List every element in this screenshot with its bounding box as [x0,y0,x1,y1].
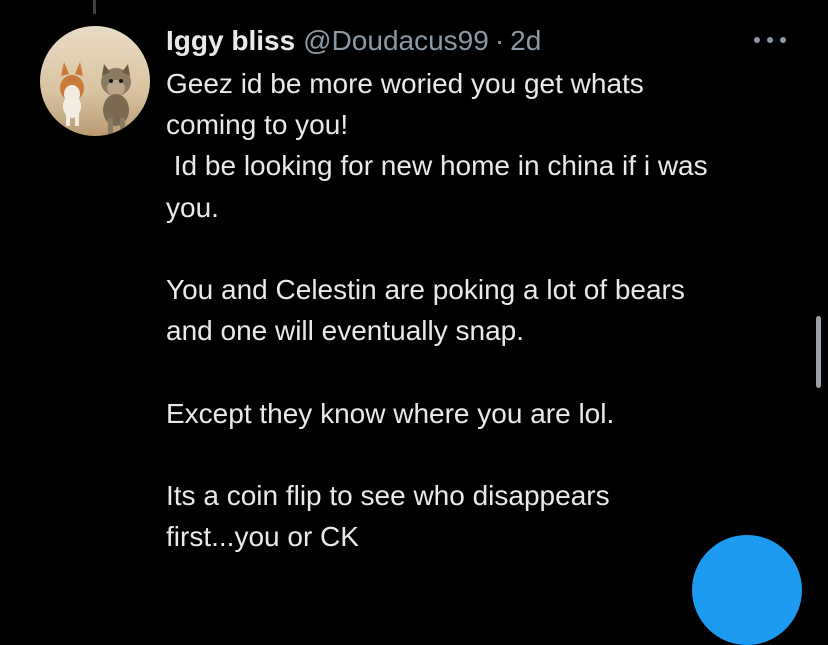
tweet-text-line: coming to you! [166,109,349,141]
tweet-text-line: Its a coin flip to see who disappears [166,479,610,511]
tweet[interactable]: Iggy bliss @Doudacus99 · 2d Geez id be m… [166,22,806,557]
more-options-icon[interactable] [754,32,786,48]
separator-dot: · [494,25,505,56]
tweet-text-line [166,228,806,269]
avatar-image [40,26,150,136]
compose-fab-icon[interactable] [692,535,802,645]
timestamp[interactable]: 2d [510,22,541,60]
display-name[interactable]: Iggy bliss [166,22,295,60]
tweet-text-line: Except they know where you are lol. [166,397,615,429]
tweet-text-line [166,434,806,475]
tweet-text-line: Id be looking for new home in china if i… [166,150,708,182]
tweet-text-line: You and Celestin are poking a lot of bea… [166,273,685,305]
tweet-text: Geez id be more woried you get whats com… [166,63,806,557]
user-handle[interactable]: @Doudacus99 [303,22,489,60]
thread-connector-line [93,0,96,14]
avatar[interactable] [40,26,150,136]
tweet-text-line: Geez id be more woried you get whats [166,68,644,99]
scrollbar-thumb[interactable] [816,316,821,388]
tweet-header: Iggy bliss @Doudacus99 · 2d [166,22,806,60]
tweet-text-line: and one will eventually snap. [166,315,525,347]
tweet-text-line [166,351,806,392]
tweet-text-line: you. [166,191,219,223]
